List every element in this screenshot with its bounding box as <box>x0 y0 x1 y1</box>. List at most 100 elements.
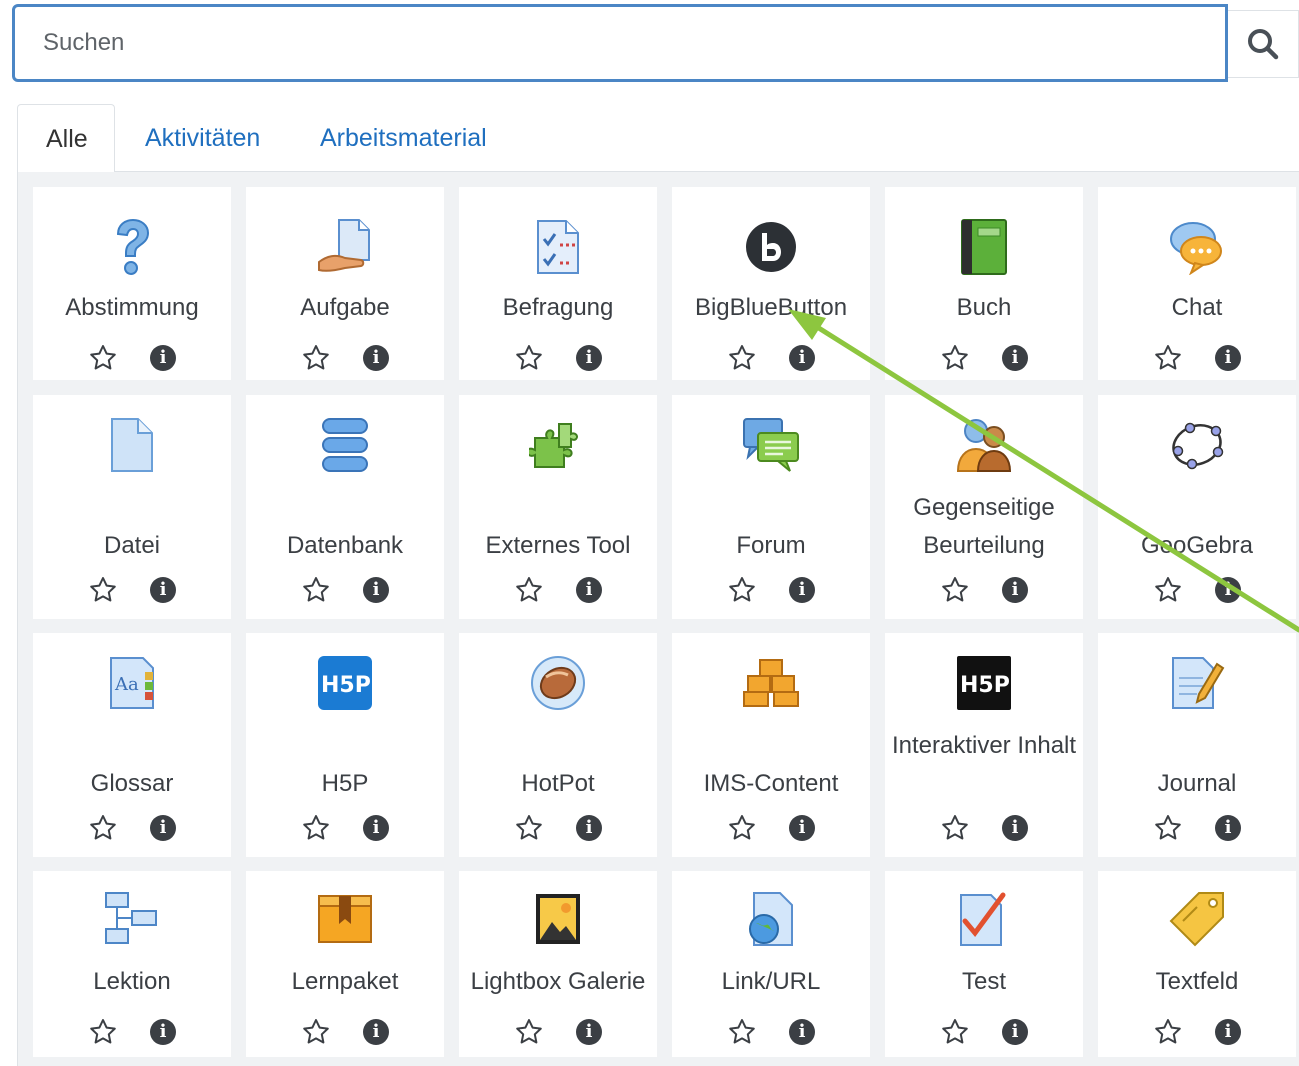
star-icon[interactable] <box>1153 1017 1183 1047</box>
info-icon[interactable]: i <box>576 345 602 371</box>
module-card-interaktiver-inhalt[interactable]: H5P Interaktiver Inhalt i <box>885 633 1083 857</box>
star-icon[interactable] <box>301 1017 331 1047</box>
star-icon[interactable] <box>301 575 331 605</box>
bigbluebutton-logo-icon <box>741 217 801 277</box>
tab-bar: Alle Aktivitäten Arbeitsmaterial <box>17 104 1299 173</box>
module-label: Gegenseitige Beurteilung <box>913 494 1055 559</box>
star-icon[interactable] <box>88 1017 118 1047</box>
info-icon[interactable]: i <box>363 1019 389 1045</box>
module-label: Test <box>961 968 1006 995</box>
info-icon[interactable]: i <box>363 577 389 603</box>
star-icon[interactable] <box>301 813 331 843</box>
module-card-gegenseitige-beurteilung[interactable]: Gegenseitige Beurteilung i <box>885 395 1083 619</box>
file-icon <box>102 415 162 475</box>
star-icon[interactable] <box>940 343 970 373</box>
info-icon[interactable]: i <box>363 345 389 371</box>
module-actions: i <box>246 813 444 843</box>
star-icon[interactable] <box>514 575 544 605</box>
info-icon[interactable]: i <box>1002 815 1028 841</box>
star-icon[interactable] <box>1153 343 1183 373</box>
module-card-lightbox-galerie[interactable]: Lightbox Galerie i <box>459 871 657 1057</box>
info-icon[interactable]: i <box>1002 1019 1028 1045</box>
module-actions: i <box>33 575 231 605</box>
info-icon[interactable]: i <box>1002 577 1028 603</box>
module-card-datei[interactable]: Datei i <box>33 395 231 619</box>
module-card-h5p[interactable]: H5P H5P i <box>246 633 444 857</box>
module-label: Lightbox Galerie <box>470 968 646 995</box>
module-card-aufgabe[interactable]: Aufgabe i <box>246 187 444 380</box>
info-icon[interactable]: i <box>576 577 602 603</box>
module-card-bigbluebutton[interactable]: BigBlueButton i <box>672 187 870 380</box>
module-card-textfeld[interactable]: Textfeld i <box>1098 871 1296 1057</box>
module-label: Link/URL <box>721 968 821 995</box>
info-icon[interactable]: i <box>150 345 176 371</box>
info-icon[interactable]: i <box>576 1019 602 1045</box>
star-icon[interactable] <box>940 575 970 605</box>
module-card-glossar[interactable]: Aa Glossar i <box>33 633 231 857</box>
module-card-geogebra[interactable]: GeoGebra i <box>1098 395 1296 619</box>
star-icon[interactable] <box>1153 575 1183 605</box>
star-icon[interactable] <box>727 1017 757 1047</box>
module-actions: i <box>246 575 444 605</box>
module-actions: i <box>885 813 1083 843</box>
info-icon[interactable]: i <box>789 345 815 371</box>
tab-alle[interactable]: Alle <box>17 104 115 173</box>
module-card-forum[interactable]: Forum i <box>672 395 870 619</box>
info-icon[interactable]: i <box>150 815 176 841</box>
module-card-lektion[interactable]: Lektion i <box>33 871 231 1057</box>
module-card-lernpaket[interactable]: Lernpaket i <box>246 871 444 1057</box>
star-icon[interactable] <box>940 813 970 843</box>
journal-pencil-icon <box>1167 653 1227 713</box>
star-icon[interactable] <box>514 813 544 843</box>
info-icon[interactable]: i <box>1215 815 1241 841</box>
search-icon <box>1248 29 1279 60</box>
star-icon[interactable] <box>514 1017 544 1047</box>
star-icon[interactable] <box>88 813 118 843</box>
star-icon[interactable] <box>1153 813 1183 843</box>
info-icon[interactable]: i <box>150 577 176 603</box>
module-label: Interaktiver Inhalt <box>891 732 1077 759</box>
module-card-externes-tool[interactable]: Externes Tool i <box>459 395 657 619</box>
info-icon[interactable]: i <box>1215 577 1241 603</box>
module-actions: i <box>459 813 657 843</box>
info-icon[interactable]: i <box>789 1019 815 1045</box>
info-icon[interactable]: i <box>150 1019 176 1045</box>
database-icon <box>315 415 375 475</box>
star-icon[interactable] <box>727 575 757 605</box>
module-card-datenbank[interactable]: Datenbank i <box>246 395 444 619</box>
star-icon[interactable] <box>940 1017 970 1047</box>
star-icon[interactable] <box>301 343 331 373</box>
module-card-journal[interactable]: Journal i <box>1098 633 1296 857</box>
info-icon[interactable]: i <box>576 815 602 841</box>
tab-arbeitsmaterial[interactable]: Arbeitsmaterial <box>292 104 515 172</box>
module-card-test[interactable]: Test i <box>885 871 1083 1057</box>
search-button[interactable] <box>1228 10 1299 78</box>
module-card-buch[interactable]: Buch i <box>885 187 1083 380</box>
module-card-link-url[interactable]: Link/URL i <box>672 871 870 1057</box>
info-icon[interactable]: i <box>789 815 815 841</box>
module-actions: i <box>672 343 870 373</box>
module-actions: i <box>1098 1017 1296 1047</box>
info-icon[interactable]: i <box>363 815 389 841</box>
info-icon[interactable]: i <box>1215 345 1241 371</box>
module-card-befragung[interactable]: Befragung i <box>459 187 657 380</box>
module-grid: Abstimmung i Aufgabe i Befragung i BigBlueButt… <box>17 172 1299 1066</box>
star-icon[interactable] <box>88 575 118 605</box>
link-globe-icon <box>741 889 801 949</box>
star-icon[interactable] <box>514 343 544 373</box>
module-card-abstimmung[interactable]: Abstimmung i <box>33 187 231 380</box>
info-icon[interactable]: i <box>1215 1019 1241 1045</box>
search-input[interactable] <box>12 4 1228 82</box>
module-label: Buch <box>956 294 1012 321</box>
module-card-ims-content[interactable]: IMS-Content i <box>672 633 870 857</box>
module-card-chat[interactable]: Chat i <box>1098 187 1296 380</box>
star-icon[interactable] <box>88 343 118 373</box>
tab-aktivitaeten[interactable]: Aktivitäten <box>117 104 288 172</box>
info-icon[interactable]: i <box>789 577 815 603</box>
star-icon[interactable] <box>727 343 757 373</box>
module-actions: i <box>885 1017 1083 1047</box>
module-card-hotpot[interactable]: HotPot i <box>459 633 657 857</box>
question-mark-icon <box>102 217 162 277</box>
info-icon[interactable]: i <box>1002 345 1028 371</box>
star-icon[interactable] <box>727 813 757 843</box>
